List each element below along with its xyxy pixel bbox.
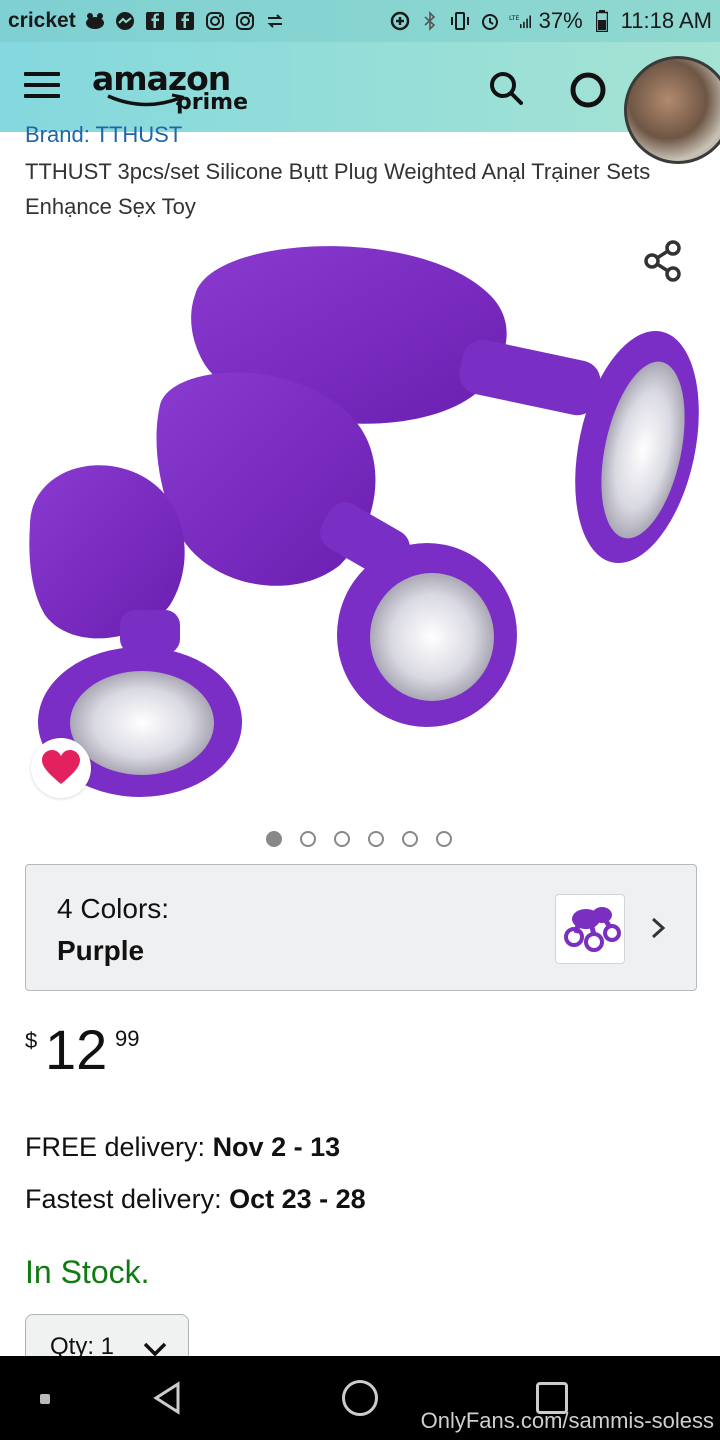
fastest-delivery-label: Fastest delivery: xyxy=(25,1184,230,1214)
color-selector[interactable]: 4 Colors: Purple xyxy=(25,864,697,991)
user-avatar[interactable] xyxy=(624,56,720,164)
share-icon xyxy=(644,240,681,282)
logo-prime: prime xyxy=(176,90,248,115)
status-right: LTE 37% 11:18 AM xyxy=(389,8,712,34)
notification-icon xyxy=(84,10,106,32)
battery-icon xyxy=(591,10,613,32)
hamburger-icon xyxy=(24,72,60,76)
heart-icon xyxy=(42,750,80,784)
sync-icon xyxy=(264,10,286,32)
product-image[interactable] xyxy=(0,225,720,815)
wishlist-button[interactable] xyxy=(31,738,91,798)
price-whole: 12 xyxy=(45,1018,108,1081)
image-carousel-dots xyxy=(266,831,452,847)
vibrate-icon xyxy=(449,10,471,32)
chevron-right-icon xyxy=(651,917,666,939)
lte-signal-icon: LTE xyxy=(509,10,531,32)
alexa-button[interactable] xyxy=(566,68,610,112)
alarm-icon xyxy=(479,10,501,32)
recent-apps-dot-icon[interactable] xyxy=(40,1394,50,1404)
status-bar: cricket LTE 37% 11:18 AM xyxy=(0,0,720,42)
data-saver-icon xyxy=(389,10,411,32)
facebook-icon xyxy=(174,10,196,32)
free-delivery-line: FREE delivery: Nov 2 - 13 xyxy=(25,1132,340,1163)
carousel-dot[interactable] xyxy=(402,831,418,847)
brand-link[interactable]: Brand: TTHUST xyxy=(25,122,182,144)
instagram-icon xyxy=(234,10,256,32)
carousel-dot[interactable] xyxy=(368,831,384,847)
home-icon[interactable] xyxy=(342,1380,378,1416)
carousel-dot[interactable] xyxy=(300,831,316,847)
status-left: cricket xyxy=(8,9,286,33)
facebook-icon xyxy=(144,10,166,32)
price-fraction: 99 xyxy=(115,1026,140,1051)
clock: 11:18 AM xyxy=(620,8,712,33)
alexa-icon xyxy=(570,72,606,108)
color-swatch-thumbnail xyxy=(555,894,625,964)
color-count-label: 4 Colors: xyxy=(57,893,170,924)
stock-status: In Stock. xyxy=(25,1254,150,1290)
app-header: amazon prime xyxy=(0,42,720,132)
smile-arrow-icon xyxy=(107,93,185,107)
carousel-dot[interactable] xyxy=(334,831,350,847)
fastest-delivery-dates: Oct 23 - 28 xyxy=(229,1184,366,1214)
menu-button[interactable] xyxy=(24,72,60,102)
amazon-prime-logo[interactable]: amazon prime xyxy=(92,62,262,118)
free-delivery-label: FREE delivery: xyxy=(25,1132,213,1162)
instagram-icon xyxy=(204,10,226,32)
carrier-label: cricket xyxy=(8,9,76,32)
price-currency: $ xyxy=(25,1028,38,1053)
selected-color: Purple xyxy=(57,935,145,966)
search-icon xyxy=(490,72,523,105)
watermark: OnlyFans.com/sammis-soless xyxy=(420,1408,714,1433)
carousel-dot[interactable] xyxy=(436,831,452,847)
product-title: TTHUST 3pcs/set Silicone Bụtt Plug Weigh… xyxy=(25,159,651,219)
free-delivery-dates: Nov 2 - 13 xyxy=(212,1132,341,1162)
share-button[interactable] xyxy=(640,238,686,284)
back-icon[interactable] xyxy=(150,1380,186,1416)
messenger-icon xyxy=(114,10,136,32)
battery-percent: 37% xyxy=(538,8,583,33)
system-nav-bar: OnlyFans.com/sammis-soless xyxy=(0,1356,720,1440)
fastest-delivery-line: Fastest delivery: Oct 23 - 28 xyxy=(25,1184,366,1215)
bluetooth-icon xyxy=(419,10,441,32)
search-button[interactable] xyxy=(486,68,526,108)
carousel-dot[interactable] xyxy=(266,831,282,847)
svg-text:LTE: LTE xyxy=(509,15,519,22)
